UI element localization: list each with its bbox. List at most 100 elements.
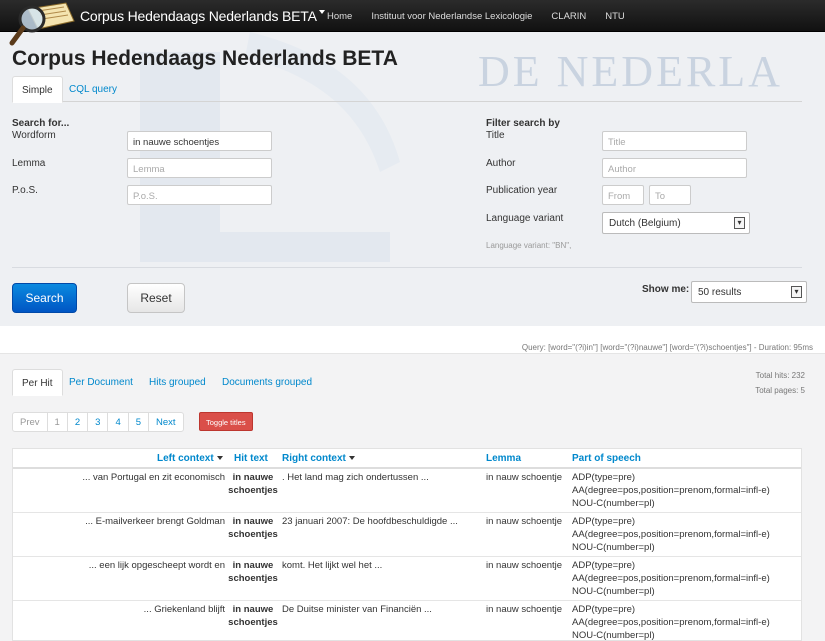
select-arrow-icon: ▾ — [734, 217, 745, 229]
lemma-cell: in nauw schoentje — [486, 604, 563, 615]
pos-line: AA(degree=pos,position=prenom,formal=inf… — [572, 485, 770, 496]
left-context-cell: ... van Portugal en zit economisch — [82, 472, 225, 483]
col-right-context-label: Right context — [282, 453, 346, 464]
language-variant-hint: Language variant: "BN", — [486, 241, 572, 250]
left-context-cell: ... een lijk opgescheept wordt en — [88, 560, 225, 571]
pager-page-1[interactable]: 1 — [48, 413, 68, 431]
hit-text-line: schoentjes — [228, 529, 278, 540]
author-filter-label: Author — [486, 158, 516, 169]
filter-heading: Filter search by — [486, 118, 560, 129]
lemma-cell: in nauw schoentje — [486, 560, 563, 571]
reset-button[interactable]: Reset — [127, 283, 185, 313]
right-context-cell: komt. Het lijkt wel het ... — [282, 560, 383, 571]
caret-down-icon — [216, 456, 223, 460]
pager-page-2[interactable]: 2 — [68, 413, 89, 431]
col-hit-text[interactable]: Hit text — [234, 453, 268, 464]
year-from-input[interactable]: From — [602, 185, 644, 205]
pagination: Prev 1 2 3 4 5 Next — [12, 412, 184, 432]
caret-down-icon — [318, 10, 325, 14]
wordform-input[interactable]: in nauwe schoentjes — [127, 131, 272, 151]
year-to-input[interactable]: To — [649, 185, 691, 205]
lemma-input[interactable]: Lemma — [127, 158, 272, 178]
select-arrow-icon: ▾ — [791, 286, 802, 298]
left-context-cell: ... E-mailverkeer brengt Goldman — [85, 516, 225, 527]
pos-line: NOU-C(number=pl) — [572, 498, 655, 509]
show-me-label: Show me: — [642, 284, 690, 295]
lemma-cell: in nauw schoentje — [486, 472, 563, 483]
language-variant-select[interactable]: Dutch (Belgium) ▾ — [602, 212, 750, 234]
hit-text-line: in nauwe — [232, 560, 274, 571]
nav-link-home[interactable]: Home — [327, 11, 352, 22]
form-divider — [12, 267, 802, 268]
nav-link-clarin[interactable]: CLARIN — [551, 11, 586, 22]
nav-link-inl[interactable]: Instituut voor Nederlandse Lexicologie — [371, 11, 532, 22]
hit-text-line: schoentjes — [228, 573, 278, 584]
brand-label: Corpus Hedendaags Nederlands BETA — [80, 8, 317, 24]
pos-cell: ADP(type=pre) AA(degree=pos,position=pren… — [572, 603, 801, 641]
hit-text-line: in nauwe — [232, 516, 274, 527]
title-filter-input[interactable]: Title — [602, 131, 747, 151]
pos-line: NOU-C(number=pl) — [572, 542, 655, 553]
hit-text-line: in nauwe — [232, 472, 274, 483]
right-context-cell: . Het land mag zich ondertussen ... — [282, 472, 429, 483]
col-right-context[interactable]: Right context — [282, 453, 355, 464]
result-view-tabs: Per Hit Per Document Hits grouped Docume… — [12, 369, 802, 396]
hit-text-cell: in nauwe schoentjes — [227, 559, 279, 585]
results-count-value: 50 results — [698, 287, 742, 298]
brand-menu[interactable]: Corpus Hedendaags Nederlands BETA — [80, 8, 325, 24]
tab-per-document[interactable]: Per Document — [60, 369, 142, 396]
hit-text-line: in nauwe — [232, 604, 274, 615]
pos-cell: ADP(type=pre) AA(degree=pos,position=pren… — [572, 471, 801, 510]
tab-simple[interactable]: Simple — [12, 76, 63, 103]
col-left-context[interactable]: Left context — [157, 453, 223, 464]
toggle-titles-button[interactable]: Toggle titles — [199, 412, 253, 431]
hit-text-line: schoentjes — [228, 485, 278, 496]
lemma-cell: in nauw schoentje — [486, 516, 563, 527]
query-info: Query: [word="(?i)in"] [word="(?i)nauwe"… — [521, 343, 813, 352]
col-part-of-speech[interactable]: Part of speech — [572, 453, 641, 464]
search-button[interactable]: Search — [12, 283, 77, 313]
author-filter-input[interactable]: Author — [602, 158, 747, 178]
pager-page-4[interactable]: 4 — [108, 413, 129, 431]
magnifier-book-icon[interactable] — [8, 1, 76, 47]
col-lemma[interactable]: Lemma — [486, 453, 521, 464]
pager-page-5[interactable]: 5 — [129, 413, 150, 431]
search-panel: DE NEDERLA Corpus Hedendaags Nederlands … — [0, 32, 825, 326]
pos-line: NOU-C(number=pl) — [572, 630, 655, 641]
pos-line: AA(degree=pos,position=prenom,formal=inf… — [572, 573, 770, 584]
pager-prev[interactable]: Prev — [13, 413, 48, 431]
year-filter-label: Publication year — [486, 185, 558, 196]
pos-input[interactable]: P.o.S. — [127, 185, 272, 205]
nav-link-ntu[interactable]: NTU — [605, 11, 625, 22]
pos-label: P.o.S. — [12, 185, 38, 196]
left-context-cell: ... Griekenland blijft — [143, 604, 225, 615]
nav-links: Home Instituut voor Nederlandse Lexicolo… — [327, 11, 644, 22]
hit-text-cell: in nauwe schoentjes — [227, 471, 279, 497]
pager-page-3[interactable]: 3 — [88, 413, 109, 431]
total-pages: Total pages: 5 — [755, 386, 805, 395]
results-count-select[interactable]: 50 results ▾ — [691, 281, 807, 303]
col-left-context-label: Left context — [157, 453, 214, 464]
tab-hits-grouped[interactable]: Hits grouped — [140, 369, 215, 396]
right-context-cell: De Duitse minister van Financiën ... — [282, 604, 432, 615]
pos-cell: ADP(type=pre) AA(degree=pos,position=pren… — [572, 559, 801, 598]
title-filter-label: Title — [486, 130, 505, 141]
tab-per-hit[interactable]: Per Hit — [12, 369, 63, 396]
right-context-cell: 23 januari 2007: De hoofdbeschuldigde ..… — [282, 516, 458, 527]
tab-documents-grouped[interactable]: Documents grouped — [213, 369, 321, 396]
results-panel: Per Hit Per Document Hits grouped Docume… — [0, 354, 825, 641]
results-table: Left context Hit text Right context Lemm… — [12, 448, 802, 641]
pos-line: AA(degree=pos,position=prenom,formal=inf… — [572, 529, 770, 540]
pos-line: ADP(type=pre) — [572, 516, 636, 527]
top-navbar: Corpus Hedendaags Nederlands BETA Home I… — [0, 0, 825, 32]
pager-next[interactable]: Next — [149, 413, 183, 431]
row-divider — [13, 556, 801, 557]
pos-cell: ADP(type=pre) AA(degree=pos,position=pren… — [572, 515, 801, 554]
hit-text-cell: in nauwe schoentjes — [227, 603, 279, 629]
pos-line: ADP(type=pre) — [572, 472, 636, 483]
row-divider — [13, 512, 801, 513]
tab-cql-query[interactable]: CQL query — [60, 76, 126, 103]
pos-line: ADP(type=pre) — [572, 560, 636, 571]
search-for-heading: Search for... — [12, 118, 70, 129]
hit-text-cell: in nauwe schoentjes — [227, 515, 279, 541]
